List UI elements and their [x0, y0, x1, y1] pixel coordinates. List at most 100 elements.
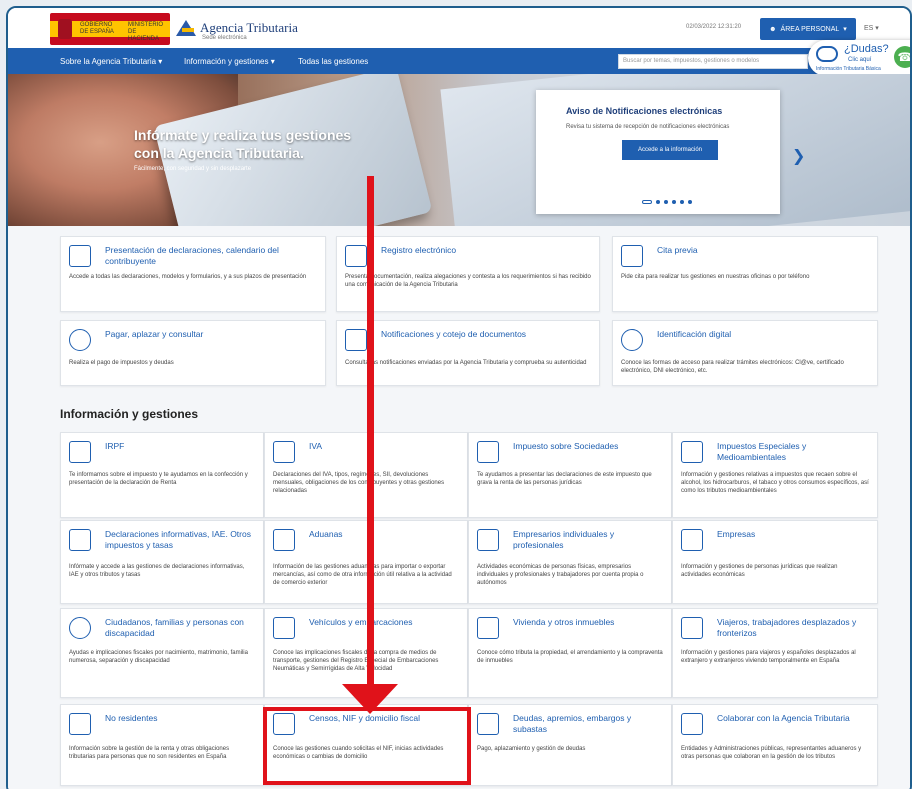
carousel-dot[interactable]	[688, 200, 692, 204]
agency-logo-icon	[176, 18, 196, 38]
language-selector[interactable]: ES ▾	[864, 24, 879, 32]
hero-banner: Infórmate y realiza tus gestiones con la…	[8, 74, 910, 226]
logo-title: Agencia Tributaria	[200, 20, 298, 35]
help-widget[interactable]: ¿Dudas? Clic aquí Información Tributaria…	[808, 40, 910, 76]
grid-card-desc: Información sobre la gestión de la renta…	[69, 746, 230, 760]
datetime: 02/03/2022 12:31:20	[686, 24, 742, 30]
grid-card-vivienda[interactable]: Vivienda y otros inmuebles Conoce cómo t…	[468, 608, 672, 698]
quick-card-desc: Realiza el pago de impuestos y deudas	[69, 360, 174, 366]
tax-form-icon	[681, 441, 703, 463]
house-icon	[477, 617, 499, 639]
hero-subtitle: Fácilmente, con seguridad y sin desplaza…	[134, 166, 252, 172]
quick-card-pagar[interactable]: Pagar, aplazar y consultar Realiza el pa…	[60, 320, 326, 386]
carousel-dot[interactable]	[664, 200, 668, 204]
quick-card-desc: Presenta documentación, realiza alegacio…	[345, 274, 591, 288]
nav-item-todas[interactable]: Todas las gestiones	[298, 57, 368, 66]
ministry-line-1: GOBIERNO DE ESPAÑA	[80, 22, 114, 35]
payment-icon	[477, 713, 499, 735]
language-label: ES	[864, 25, 874, 32]
carousel-dot[interactable]	[672, 200, 676, 204]
logo-subtitle: Sede electrónica	[202, 35, 247, 41]
nav-item-informacion[interactable]: Información y gestiones ▾	[184, 57, 275, 66]
government-logo[interactable]: GOBIERNO DE ESPAÑA MINISTERIO DE HACIEND…	[50, 13, 170, 45]
carousel-dot[interactable]	[656, 200, 660, 204]
grid-card-aduanas[interactable]: Aduanas Información de las gestiones adu…	[264, 520, 468, 604]
fingerprint-icon	[621, 329, 643, 351]
grid-card-title: Ciudadanos, familias y personas con disc…	[105, 617, 244, 638]
quick-card-cita[interactable]: Cita previa Pide cita para realizar tus …	[612, 236, 878, 312]
quick-card-desc: Pide cita para realizar tus gestiones en…	[621, 274, 810, 280]
grid-card-desc: Actividades económicas de personas físic…	[477, 564, 644, 586]
annotation-highlight-box	[263, 707, 471, 785]
grid-card-desc: Te ayudamos a presentar las declaracione…	[477, 472, 652, 486]
quick-card-title: Presentación de declaraciones, calendari…	[105, 245, 279, 266]
truck-icon	[273, 617, 295, 639]
briefcase-icon	[477, 529, 499, 551]
grid-card-ciudadanos[interactable]: Ciudadanos, familias y personas con disc…	[60, 608, 264, 698]
grid-card-no-residentes[interactable]: No residentes Información sobre la gesti…	[60, 704, 264, 786]
phone-icon: ☎	[894, 46, 910, 68]
carousel-dot[interactable]	[680, 200, 684, 204]
grid-card-declaraciones-informativas[interactable]: Declaraciones informativas, IAE. Otros i…	[60, 520, 264, 604]
grid-card-title: IVA	[309, 441, 323, 451]
help-info: Información Tributaria Básica	[816, 66, 881, 72]
grid-card-empresas[interactable]: Empresas Información y gestiones de pers…	[672, 520, 878, 604]
grid-card-empresarios[interactable]: Empresarios individuales y profesionales…	[468, 520, 672, 604]
building-icon	[681, 529, 703, 551]
grid-card-sociedades[interactable]: Impuesto sobre Sociedades Te ayudamos a …	[468, 432, 672, 518]
tax-form-icon	[477, 441, 499, 463]
hero-title: Infórmate y realiza tus gestiones con la…	[134, 126, 351, 162]
tax-form-icon	[273, 441, 295, 463]
hero-title-line-2: con la Agencia Tributaria.	[134, 145, 304, 161]
nav-item-sobre[interactable]: Sobre la Agencia Tributaria ▾	[60, 57, 162, 66]
browser-frame: GOBIERNO DE ESPAÑA MINISTERIO DE HACIEND…	[6, 6, 912, 789]
bell-icon	[345, 329, 367, 351]
grid-card-title: Deudas, apremios, embargos y subastas	[513, 713, 632, 734]
area-personal-button[interactable]: ☻ ÁREA PERSONAL ▾	[760, 18, 856, 40]
family-icon	[69, 617, 91, 639]
chevron-down-icon: ▾	[843, 26, 847, 33]
search-input[interactable]: Buscar por temas, impuestos, gestiones o…	[618, 54, 808, 69]
grid-card-irpf[interactable]: IRPF Te informamos sobre el impuesto y t…	[60, 432, 264, 518]
quick-card-registro[interactable]: Registro electrónico Presenta documentac…	[336, 236, 600, 312]
quick-card-identificacion[interactable]: Identificación digital Conoce las formas…	[612, 320, 878, 386]
grid-card-iva[interactable]: IVA Declaraciones del IVA, tipos, regíme…	[264, 432, 468, 518]
tax-form-icon	[69, 441, 91, 463]
grid-card-colaborar[interactable]: Colaborar con la Agencia Tributaria Enti…	[672, 704, 878, 786]
agencia-tributaria-logo[interactable]: Agencia Tributaria Sede electrónica	[176, 18, 298, 41]
annotation-arrow-shaft	[367, 176, 374, 688]
grid-card-deudas[interactable]: Deudas, apremios, embargos y subastas Pa…	[468, 704, 672, 786]
grid-card-title: Empresarios individuales y profesionales	[513, 529, 615, 550]
help-click: Clic aquí	[848, 57, 872, 63]
grid-card-viajeros[interactable]: Viajeros, trabajadores desplazados y fro…	[672, 608, 878, 698]
nav-label: Sobre la Agencia Tributaria	[60, 57, 157, 66]
grid-card-title: Aduanas	[309, 529, 343, 539]
edit-icon	[69, 245, 91, 267]
grid-card-desc: Información y gestiones de personas jurí…	[681, 564, 838, 578]
calendar-icon	[621, 245, 643, 267]
chat-bubble-icon	[816, 46, 838, 62]
grid-card-desc: Declaraciones del IVA, tipos, regímenes,…	[273, 472, 445, 494]
carousel-dots	[642, 200, 692, 204]
grid-card-desc: Te informamos sobre el impuesto y te ayu…	[69, 472, 248, 486]
grid-card-desc: Conoce las implicaciones fiscales de la …	[273, 650, 439, 672]
ministry-line-2: MINISTERIO DE HACIENDA	[128, 22, 164, 42]
nav-label: Todas las gestiones	[298, 57, 369, 66]
grid-card-title: Vehículos y embarcaciones	[309, 617, 413, 627]
help-question: ¿Dudas?	[844, 43, 889, 55]
document-icon	[345, 245, 367, 267]
quick-card-presentacion[interactable]: Presentación de declaraciones, calendari…	[60, 236, 326, 312]
customs-icon	[273, 529, 295, 551]
carousel-next-icon[interactable]: ❯	[792, 146, 805, 166]
access-info-button[interactable]: Accede a la información	[622, 140, 718, 160]
grid-card-title: Empresas	[717, 529, 756, 539]
grid-card-especiales[interactable]: Impuestos Especiales y Medioambientales …	[672, 432, 878, 518]
luggage-icon	[681, 617, 703, 639]
carousel-dot-active[interactable]	[642, 200, 652, 204]
grid-card-desc: Pago, aplazamiento y gestión de deudas	[477, 746, 586, 752]
grid-card-title: Viajeros, trabajadores desplazados y fro…	[717, 617, 857, 638]
quick-card-notificaciones[interactable]: Notificaciones y cotejo de documentos Co…	[336, 320, 600, 386]
grid-card-desc: Información de las gestiones aduaneras p…	[273, 564, 452, 586]
quick-card-desc: Consulta las notificaciones enviadas por…	[345, 360, 587, 366]
quick-card-desc: Conoce las formas de acceso para realiza…	[621, 360, 844, 374]
